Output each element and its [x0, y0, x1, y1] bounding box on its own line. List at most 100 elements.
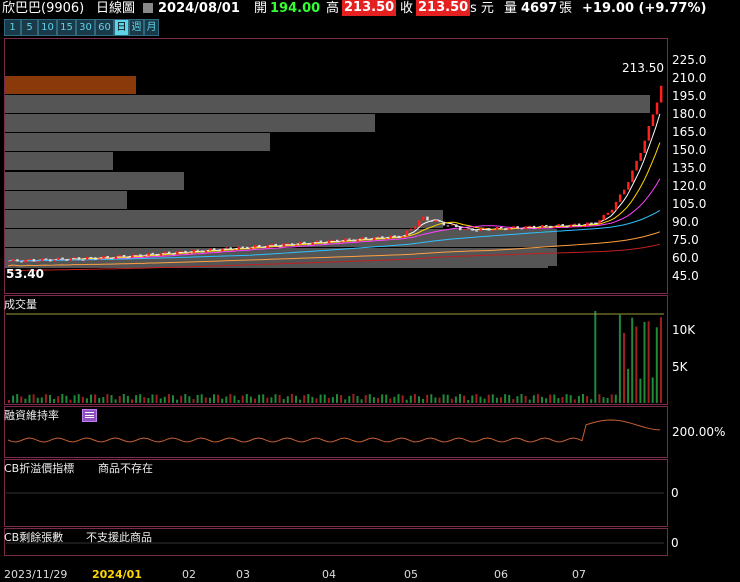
- candlestick: [131, 254, 134, 258]
- candlestick: [434, 220, 437, 222]
- candlestick: [659, 85, 663, 103]
- candlestick: [573, 223, 577, 225]
- candlestick: [254, 245, 257, 248]
- candlestick: [344, 238, 347, 242]
- candlestick: [336, 239, 339, 243]
- candlestick: [274, 243, 277, 247]
- candlestick: [475, 230, 478, 232]
- price-tick: 60.0: [672, 251, 699, 265]
- date-label: 2023/11/29: [4, 568, 68, 581]
- candlestick: [323, 242, 327, 244]
- candlestick: [24, 259, 27, 263]
- candlestick: [44, 258, 48, 260]
- candlestick: [467, 228, 470, 230]
- candlestick: [36, 261, 40, 263]
- candlestick: [208, 248, 212, 251]
- candlestick: [483, 228, 487, 230]
- price-tick: 135.0: [672, 161, 707, 175]
- candlestick: [139, 254, 142, 257]
- candlestick: [459, 227, 462, 231]
- candlestick: [598, 220, 601, 224]
- candlestick: [225, 247, 228, 249]
- candlestick: [126, 257, 130, 259]
- candlestick: [258, 245, 261, 247]
- candlestick: [262, 246, 265, 248]
- price-tick: 150.0: [672, 143, 707, 157]
- candlestick: [69, 258, 72, 261]
- candlestick: [356, 239, 359, 242]
- date-label: 04: [322, 568, 336, 581]
- candlestick: [40, 258, 44, 262]
- candlestick: [372, 237, 376, 241]
- candlestick: [413, 226, 417, 229]
- volume-panel-title: 成交量: [4, 298, 37, 311]
- candlestick: [405, 230, 409, 237]
- candlestick: [155, 253, 159, 256]
- candlestick: [114, 256, 118, 260]
- candlestick: [409, 228, 413, 231]
- candlestick: [561, 224, 564, 226]
- candlestick: [151, 252, 154, 254]
- candlestick: [471, 228, 474, 231]
- candlestick: [249, 247, 253, 250]
- candlestick: [582, 225, 585, 227]
- candlestick: [450, 224, 454, 226]
- candlestick: [303, 241, 306, 243]
- candlestick: [53, 259, 56, 262]
- date-label: 07: [572, 568, 586, 581]
- candlestick: [241, 246, 245, 248]
- candlestick: [73, 257, 77, 259]
- candlestick: [557, 224, 560, 227]
- volume-profile-bar: [5, 152, 113, 170]
- candlestick: [20, 261, 23, 263]
- volume-profile-bar: [5, 210, 443, 228]
- candlestick: [192, 249, 195, 253]
- candlestick: [479, 228, 482, 232]
- candlestick: [94, 257, 97, 260]
- candlestick: [102, 255, 105, 259]
- candlestick: [528, 225, 532, 227]
- price-tick: 120.0: [672, 179, 707, 193]
- price-tick: 165.0: [672, 125, 707, 139]
- candlestick: [286, 243, 290, 245]
- candlestick: [495, 226, 499, 230]
- cb-premium-message: 商品不存在: [98, 462, 153, 475]
- candlestick: [393, 235, 396, 237]
- candlestick: [606, 212, 610, 215]
- candlestick: [565, 225, 569, 228]
- candlestick: [655, 102, 659, 115]
- candlestick: [635, 160, 638, 171]
- candlestick: [143, 255, 146, 257]
- price-tick: 105.0: [672, 197, 707, 211]
- candlestick: [397, 235, 400, 239]
- volume-panel[interactable]: [4, 295, 668, 405]
- candlestick: [278, 246, 282, 248]
- cb-premium-tick: 0: [671, 486, 679, 500]
- candlestick: [65, 259, 68, 261]
- margin-panel[interactable]: [4, 406, 668, 458]
- price-tick: 180.0: [672, 107, 707, 121]
- candlestick: [147, 252, 150, 256]
- candlestick: [340, 241, 343, 243]
- price-tick: 75.0: [672, 233, 699, 247]
- candlestick: [500, 226, 503, 229]
- candlestick: [176, 251, 179, 255]
- candlestick: [442, 221, 446, 226]
- settings-list-icon[interactable]: [82, 409, 97, 422]
- margin-tick: 200.00%: [672, 425, 726, 439]
- candlestick: [541, 225, 544, 228]
- candlestick: [651, 114, 655, 126]
- candlestick: [90, 256, 93, 258]
- candlestick: [61, 257, 64, 260]
- candlestick: [172, 253, 175, 255]
- candlestick: [57, 257, 60, 260]
- candlestick: [639, 152, 642, 161]
- candlestick: [627, 182, 630, 190]
- candlestick: [331, 239, 335, 241]
- volume-profile-bar: [5, 229, 557, 247]
- price-tick: 90.0: [672, 215, 699, 229]
- candlestick: [163, 251, 167, 254]
- candlestick: [266, 245, 269, 248]
- date-label: 05: [404, 568, 418, 581]
- candlestick: [631, 170, 634, 183]
